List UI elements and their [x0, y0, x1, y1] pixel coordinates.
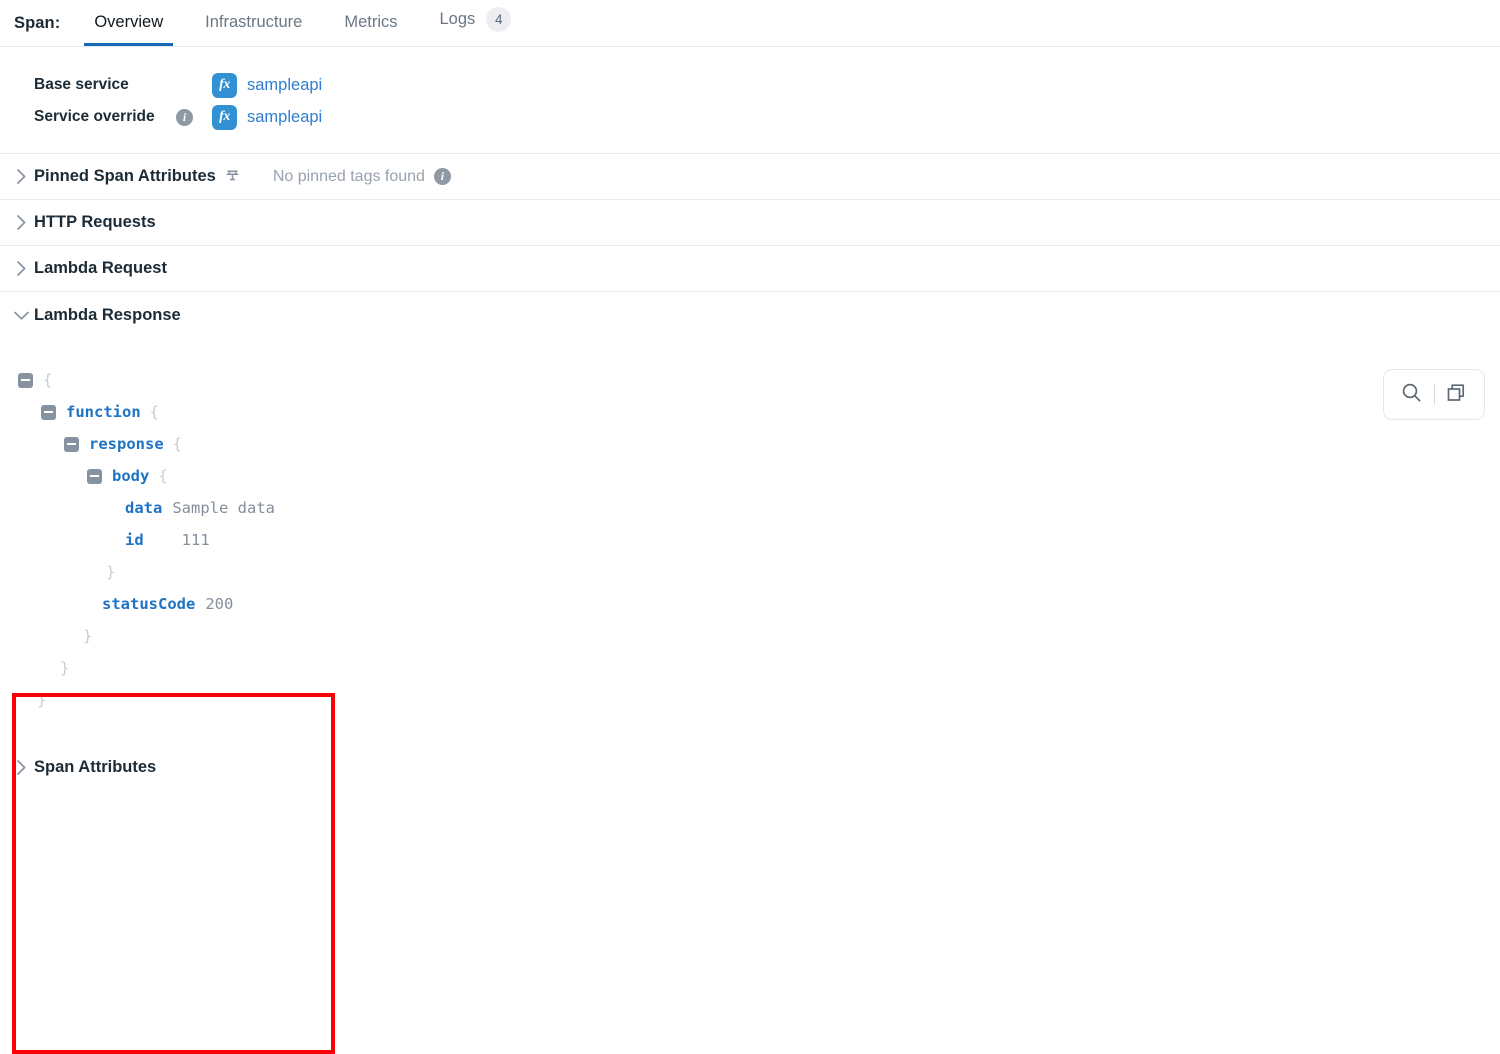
function-fx-icon: fx [212, 72, 237, 98]
tab-overview-label: Overview [94, 13, 164, 31]
service-override-value[interactable]: sampleapi [247, 108, 322, 127]
service-override-info-slot: i [176, 108, 212, 126]
json-brace: { [172, 435, 182, 453]
collapse-toggle-icon[interactable] [18, 372, 33, 388]
json-key: body [112, 467, 150, 485]
json-key: function [66, 403, 141, 421]
collapse-toggle-icon[interactable] [87, 468, 102, 484]
base-service-label: Base service [34, 76, 129, 93]
pinned-empty-note-text: No pinned tags found [272, 167, 425, 185]
json-brace: } [106, 563, 116, 581]
json-tree-row: } [18, 652, 1500, 684]
json-key: id [125, 531, 144, 549]
json-tree-row: } [18, 620, 1500, 652]
section-http-requests-title: HTTP Requests [34, 213, 156, 231]
chevron-down-icon [8, 310, 34, 321]
json-value: 111 [181, 531, 210, 549]
tab-logs-badge: 4 [486, 7, 512, 32]
tab-infrastructure-label: Infrastructure [205, 13, 303, 31]
json-tree: { function { response { body { data Samp… [0, 356, 1500, 716]
service-override-label: Service override [34, 108, 155, 125]
info-icon[interactable]: i [176, 108, 193, 126]
section-pinned-span-attributes-title: Pinned Span Attributes [34, 167, 216, 185]
section-lambda-request[interactable]: Lambda Request [0, 246, 1500, 292]
tab-logs-label: Logs [439, 10, 476, 28]
json-brace: } [37, 691, 47, 709]
json-toolbar [1383, 369, 1485, 420]
section-lambda-request-title: Lambda Request [34, 259, 167, 277]
chevron-right-icon [8, 214, 34, 231]
json-tree-row: data Sample data [18, 492, 1500, 524]
collapse-toggle-icon[interactable] [64, 436, 79, 452]
section-pinned-span-attributes[interactable]: Pinned Span Attributes No pinned tags fo… [0, 154, 1500, 200]
base-service-row: Base service fx sampleapi [34, 69, 1500, 101]
tab-infrastructure[interactable]: Infrastructure [195, 13, 312, 46]
json-tree-row: } [18, 556, 1500, 588]
json-key: statusCode [102, 595, 196, 613]
tab-logs[interactable]: Logs 4 [430, 7, 522, 46]
json-brace: } [83, 627, 93, 645]
function-fx-icon: fx [212, 104, 237, 130]
json-brace: { [158, 467, 168, 485]
chevron-right-icon [8, 168, 34, 185]
json-key: data [125, 499, 163, 517]
span-tabbar: Span: Overview Infrastructure Metrics Lo… [0, 0, 1500, 47]
collapse-toggle-icon[interactable] [41, 404, 56, 420]
section-lambda-response-title: Lambda Response [34, 305, 181, 324]
json-brace: { [149, 403, 159, 421]
copy-button[interactable] [1435, 371, 1479, 418]
tab-metrics-label: Metrics [344, 13, 398, 31]
chevron-right-icon [8, 260, 34, 277]
base-service-value[interactable]: sampleapi [247, 76, 322, 95]
json-tree-row: response { [18, 428, 1500, 460]
json-brace: } [60, 659, 70, 677]
section-http-requests[interactable]: HTTP Requests [0, 200, 1500, 246]
copy-icon [1446, 382, 1467, 408]
json-value: 200 [205, 595, 234, 613]
section-span-attributes[interactable]: Span Attributes [0, 745, 1500, 789]
pinned-empty-note: No pinned tags found i [273, 168, 451, 186]
chevron-right-icon [8, 759, 34, 776]
json-brace: { [43, 371, 53, 389]
json-tree-row: { [18, 364, 1500, 396]
json-value: Sample data [172, 499, 275, 517]
pin-icon[interactable] [225, 169, 240, 185]
tab-metrics[interactable]: Metrics [334, 13, 407, 46]
json-tree-row: function { [18, 396, 1500, 428]
json-tree-row: id 111 [18, 524, 1500, 556]
json-tree-row: body { [18, 460, 1500, 492]
json-key: response [89, 435, 164, 453]
service-override-row: Service override i fx sampleapi [34, 101, 1500, 133]
json-tree-row: statusCode 200 [18, 588, 1500, 620]
search-button[interactable] [1390, 371, 1434, 418]
tab-overview[interactable]: Overview [84, 13, 174, 46]
info-icon[interactable]: i [433, 168, 451, 185]
lambda-response-body: { function { response { body { data Samp… [0, 338, 1500, 1054]
section-lambda-response[interactable]: Lambda Response [0, 292, 1500, 338]
service-info-block: Base service fx sampleapi Service overri… [0, 47, 1500, 154]
section-span-attributes-title: Span Attributes [34, 757, 157, 776]
span-label: Span: [14, 14, 61, 32]
search-icon [1401, 382, 1422, 408]
json-tree-row: } [18, 684, 1500, 716]
